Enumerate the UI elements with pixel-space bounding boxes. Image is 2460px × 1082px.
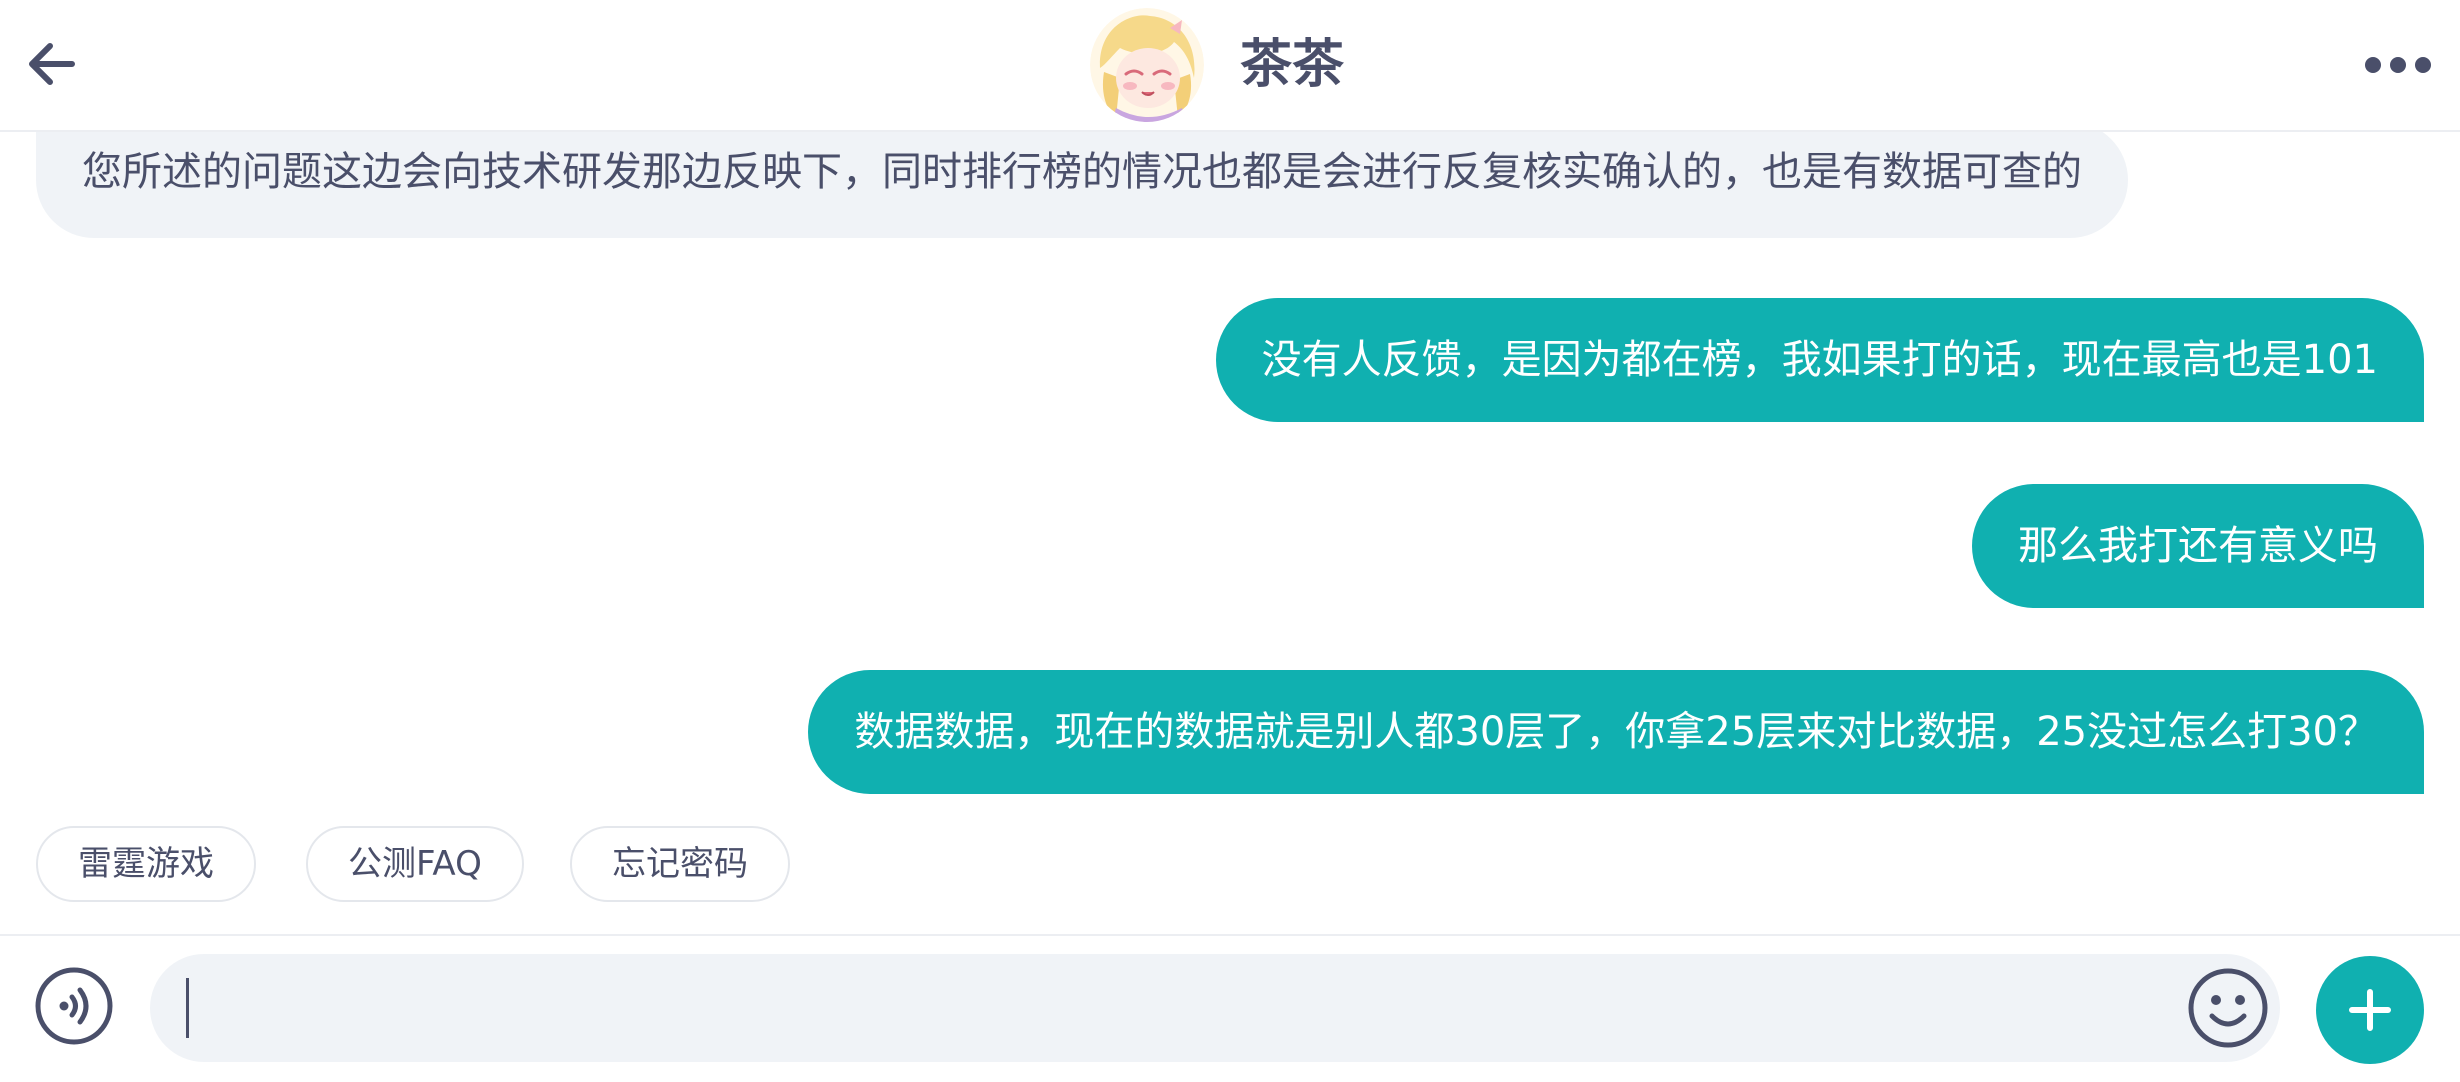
- outgoing-message-bubble[interactable]: 没有人反馈，是因为都在榜，我如果打的话，现在最高也是101: [1215, 298, 2424, 422]
- arrow-left-icon: [29, 43, 75, 85]
- text-cursor: [186, 978, 189, 1038]
- outgoing-message-bubble[interactable]: 那么我打还有意义吗: [1972, 484, 2424, 608]
- message-input[interactable]: [150, 954, 2280, 1062]
- quick-reply-chip[interactable]: 雷霆游戏: [36, 826, 256, 902]
- quick-reply-chip[interactable]: 公测FAQ: [306, 826, 524, 902]
- quick-reply-chip[interactable]: 忘记密码: [570, 826, 790, 902]
- input-bar: [0, 934, 2460, 1082]
- incoming-message-bubble[interactable]: 您所述的问题这边会向技术研发那边反映下，同时排行榜的情况也都是会进行反复核实确认…: [36, 122, 2128, 238]
- avatar[interactable]: [1090, 8, 1204, 122]
- chat-header: 茶茶: [0, 0, 2460, 132]
- more-options-button[interactable]: [2358, 40, 2438, 90]
- anime-girl-avatar-icon: [1090, 8, 1204, 122]
- back-button[interactable]: [22, 34, 82, 94]
- add-attachment-button[interactable]: [2316, 956, 2424, 1064]
- outgoing-message-bubble[interactable]: 数据数据，现在的数据就是别人都30层了，你拿25层来对比数据，25没过怎么打30…: [808, 670, 2424, 794]
- more-horizontal-icon: [2365, 57, 2431, 73]
- emoji-button[interactable]: [2186, 966, 2270, 1050]
- emoji-icon: [2188, 968, 2268, 1048]
- plus-icon: [2349, 989, 2391, 1031]
- page-title: 茶茶: [1240, 35, 1345, 95]
- voice-input-icon: [35, 967, 113, 1045]
- voice-input-button[interactable]: [34, 966, 114, 1046]
